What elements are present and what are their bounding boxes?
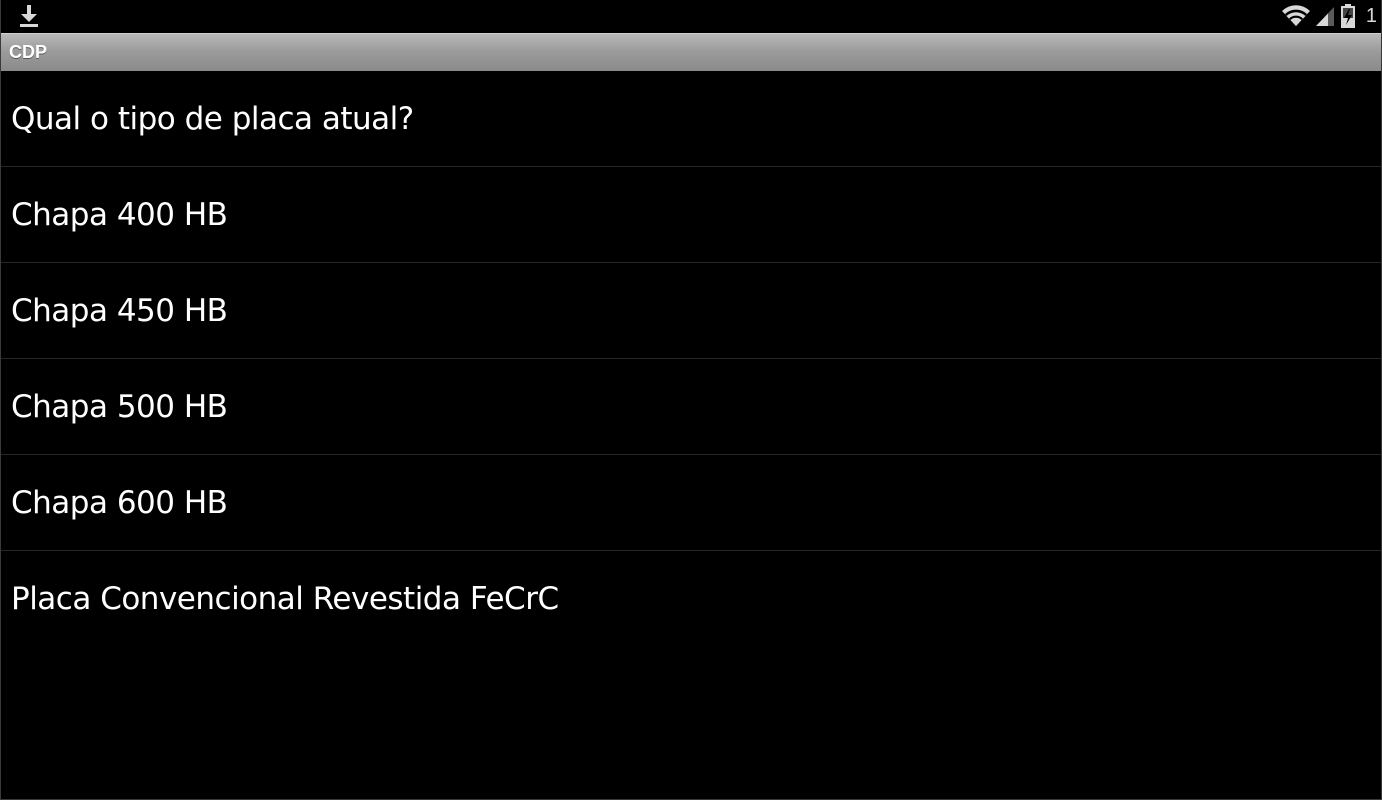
list-item-chapa-600[interactable]: Chapa 600 HB [1, 455, 1381, 551]
list-item-label: Chapa 450 HB [11, 292, 228, 329]
list-item-label: Placa Convencional Revestida FeCrC [11, 581, 559, 617]
list-item-label: Chapa 600 HB [11, 484, 228, 521]
app-screen: 1 CDP Qual o tipo de placa atual? Chapa … [0, 0, 1382, 800]
download-icon [17, 3, 41, 29]
status-bar: 1 [1, 0, 1381, 33]
list-item-label: Chapa 500 HB [11, 388, 228, 425]
list-item-label: Chapa 400 HB [11, 196, 228, 233]
title-bar: CDP [1, 33, 1381, 71]
list-item-chapa-400[interactable]: Chapa 400 HB [1, 167, 1381, 263]
wifi-icon [1281, 4, 1311, 28]
status-clock: 1 [1365, 5, 1377, 27]
list-item-chapa-450[interactable]: Chapa 450 HB [1, 263, 1381, 359]
signal-icon [1314, 4, 1336, 28]
app-title: CDP [9, 42, 48, 62]
options-list: Qual o tipo de placa atual? Chapa 400 HB… [1, 71, 1381, 647]
list-item-chapa-500[interactable]: Chapa 500 HB [1, 359, 1381, 455]
status-icons: 1 [1281, 2, 1377, 30]
battery-charging-icon [1339, 3, 1357, 29]
list-item-placa-convencional[interactable]: Placa Convencional Revestida FeCrC [1, 551, 1381, 647]
list-header-question: Qual o tipo de placa atual? [1, 71, 1381, 167]
question-text: Qual o tipo de placa atual? [11, 100, 414, 137]
